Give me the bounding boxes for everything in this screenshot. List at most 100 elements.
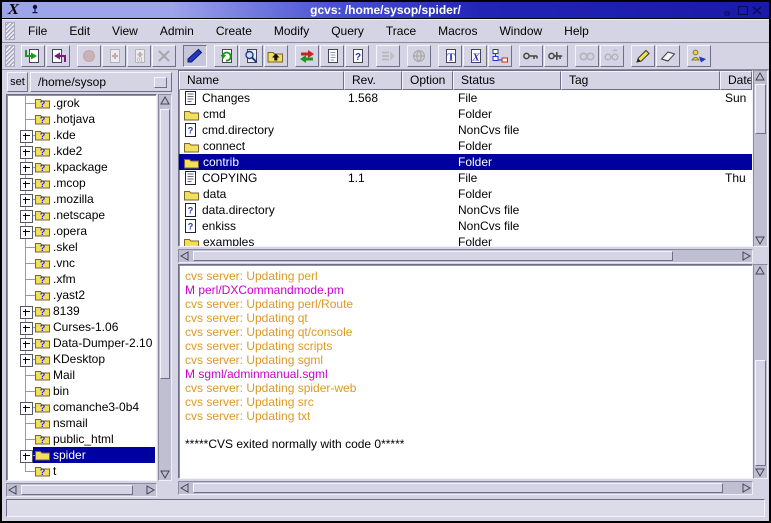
tree-hscrollbar[interactable] [6,483,157,497]
set-button[interactable]: set [7,72,28,92]
network-button[interactable] [407,45,431,67]
tree-item-public-html[interactable]: ?public_html [7,431,156,447]
tree-expander-plus-icon[interactable] [20,354,33,367]
toolbar-grip-handle[interactable] [5,45,15,67]
refresh-button[interactable] [214,45,238,67]
title-bar[interactable]: X gcvs: /home/sysop/spider/ [2,2,769,19]
console-hscrollbar-thumb[interactable] [193,483,723,493]
close-button[interactable] [751,5,763,16]
edit-pencil-button[interactable] [631,45,655,67]
scroll-left-icon[interactable] [179,250,191,262]
remove-button[interactable] [152,45,176,67]
tree-item--kde2[interactable]: ?.kde2 [7,143,156,159]
tree-item-kdesktop[interactable]: ?KDesktop [7,351,156,367]
eraser-button[interactable] [656,45,680,67]
column-header-rev[interactable]: Rev. [344,71,402,90]
branch-arrows-button[interactable] [376,45,400,67]
tree-item-comanche3-0b4[interactable]: ?comanche3-0b4 [7,399,156,415]
file-list-hscrollbar[interactable] [178,249,753,263]
graph-button[interactable] [488,45,512,67]
file-row-changes[interactable]: Changes1.568FileSun [179,90,752,106]
file-list-vscrollbar-thumb[interactable] [755,84,766,134]
log-button[interactable] [320,45,344,67]
column-header-status[interactable]: Status [453,71,561,90]
tree-vscrollbar[interactable] [158,94,172,481]
menubar-grip-handle[interactable] [5,22,15,40]
logout-button[interactable] [544,45,568,67]
file-row-data-directory[interactable]: ?data.directoryNonCvs file [179,202,752,218]
column-header-date[interactable]: Date [720,71,752,90]
scroll-right-icon[interactable] [740,250,752,262]
scroll-up-icon[interactable] [754,71,766,83]
tree-expander-plus-icon[interactable] [20,226,33,239]
add-button[interactable] [102,45,126,67]
menu-item-trace[interactable]: Trace [375,21,427,41]
console-vscrollbar[interactable] [753,264,768,479]
menu-item-window[interactable]: Window [488,21,553,41]
tree-expander-plus-icon[interactable] [20,178,33,191]
column-header-tag[interactable]: Tag [561,71,720,90]
file-row-cmd-directory[interactable]: ?cmd.directoryNonCvs file [179,122,752,138]
tree-expander-plus-icon[interactable] [20,130,33,143]
combo-dropdown-icon[interactable] [154,77,167,88]
explore-button[interactable] [239,45,263,67]
blue-pen-button[interactable] [183,45,207,67]
tree-vscrollbar-thumb[interactable] [160,109,170,379]
menu-item-macros[interactable]: Macros [427,21,488,41]
scroll-up-icon[interactable] [159,95,171,107]
minimize-button[interactable] [723,5,735,16]
tree-item-spider[interactable]: spider [7,447,156,463]
tree-item--opera[interactable]: ?.opera [7,223,156,239]
file-list-vscrollbar[interactable] [753,70,768,247]
menu-item-view[interactable]: View [101,21,149,41]
add-binary-button[interactable]: 01 [127,45,151,67]
menu-item-query[interactable]: Query [320,21,375,41]
tree-item-t[interactable]: ?t [7,463,156,479]
tree-item-8139[interactable]: ?8139 [7,303,156,319]
scroll-left-icon[interactable] [179,482,191,494]
tree-item--mozilla[interactable]: ?.mozilla [7,191,156,207]
tree-item--netscape[interactable]: ?.netscape [7,207,156,223]
tree-expander-plus-icon[interactable] [20,146,33,159]
tree-item-mail[interactable]: ?Mail [7,367,156,383]
tree-item--kde[interactable]: ?.kde [7,127,156,143]
scroll-right-icon[interactable] [144,484,156,496]
tree-item-nsmail[interactable]: ?nsmail [7,415,156,431]
tree-item-curses-1-06[interactable]: ?Curses-1.06 [7,319,156,335]
update-button[interactable] [21,45,45,67]
file-row-contrib[interactable]: contribFolder [179,154,752,170]
tree-expander-plus-icon[interactable] [20,306,33,319]
tree-expander-plus-icon[interactable] [20,194,33,207]
tree-expander-plus-icon[interactable] [20,210,33,223]
menu-item-modify[interactable]: Modify [263,21,320,41]
tree-item--mcop[interactable]: ?.mcop [7,175,156,191]
tree-expander-plus-icon[interactable] [20,322,33,335]
binoculars-question-button[interactable] [600,45,624,67]
scroll-down-icon[interactable] [754,234,766,246]
scroll-down-icon[interactable] [159,468,171,480]
column-header-option[interactable]: Option [402,71,453,90]
tree-item-data-dumper-2-10[interactable]: ?Data-Dumper-2.10 [7,335,156,351]
tree-expander-plus-icon[interactable] [20,162,33,175]
binoculars-button[interactable] [575,45,599,67]
tree-hscrollbar-thumb[interactable] [21,485,133,495]
file-row-enkiss[interactable]: ?enkissNonCvs file [179,218,752,234]
path-combobox[interactable]: /home/sysop [30,72,172,92]
file-row-data[interactable]: dataFolder [179,186,752,202]
file-row-cmd[interactable]: cmdFolder [179,106,752,122]
status-button[interactable]: ? [345,45,369,67]
up-folder-button[interactable] [264,45,288,67]
file-row-examples[interactable]: examplesFolder [179,234,752,246]
menu-item-file[interactable]: File [17,21,58,41]
scroll-down-icon[interactable] [754,466,766,478]
tree-expander-plus-icon[interactable] [20,338,33,351]
pushpin-icon[interactable] [30,4,40,20]
tree-item--skel[interactable]: ?.skel [7,239,156,255]
file-list-hscrollbar-thumb[interactable] [193,251,673,261]
maximize-button[interactable] [737,5,749,16]
tree-expander-plus-icon[interactable] [20,450,33,463]
scroll-up-icon[interactable] [754,265,766,277]
menu-item-edit[interactable]: Edit [58,21,101,41]
tree-item--kpackage[interactable]: ?.kpackage [7,159,156,175]
stop-button[interactable] [77,45,101,67]
